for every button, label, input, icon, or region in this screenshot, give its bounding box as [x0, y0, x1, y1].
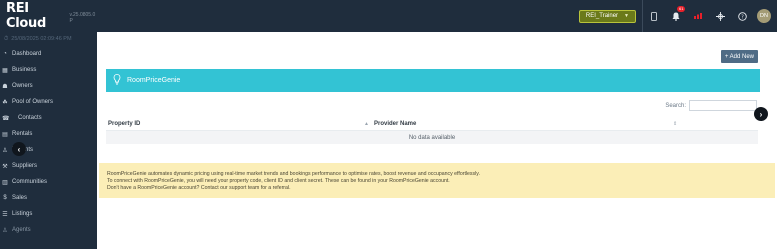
- phone-icon[interactable]: [643, 0, 665, 32]
- app-version: v.25.0805.0 P: [69, 12, 96, 24]
- chevron-right-icon: ›: [759, 109, 763, 119]
- sidebar-item-dashboard[interactable]: ◔ Dashboard: [0, 46, 97, 62]
- info-text-line: RoomPriceGenie automates dynamic pricing…: [107, 171, 480, 177]
- main-content: + Add New RoomPriceGenie Search: Propert…: [97, 32, 777, 249]
- sidebar: ⏱ 25/08/2025 02:09:46 PM ◔ Dashboard ▦ B…: [0, 32, 97, 249]
- sidebar-item-listings[interactable]: ☰ Listings: [0, 206, 97, 222]
- info-alert: RoomPriceGenie automates dynamic pricing…: [99, 163, 775, 198]
- tenants-icon: ♙: [2, 147, 8, 154]
- business-icon: ▦: [2, 67, 8, 74]
- sidebar-item-communities[interactable]: ▥ Communities: [0, 174, 97, 190]
- next-button[interactable]: ›: [754, 107, 768, 121]
- sidebar-item-label: Pool of Owners: [12, 99, 54, 105]
- sidebar-item-rentals[interactable]: ▤ Rentals: [0, 126, 97, 142]
- bell-icon[interactable]: 61: [665, 0, 687, 32]
- sidebar-item-label: Rentals: [12, 131, 33, 137]
- table-header: Property ID ▲ Provider Name ⇕: [106, 117, 758, 131]
- genie-lamp-icon: [113, 74, 121, 87]
- avatar[interactable]: DN: [757, 9, 771, 23]
- page-banner: RoomPriceGenie: [106, 69, 760, 92]
- suppliers-icon: ⚒: [2, 163, 8, 170]
- sidebar-item-label: Owners: [12, 83, 33, 89]
- notification-badge: 61: [677, 6, 686, 12]
- search-input[interactable]: [689, 100, 757, 111]
- sidebar-item-owners[interactable]: ☗ Owners: [0, 78, 97, 94]
- sidebar-item-label: Business: [12, 67, 37, 73]
- communities-icon: ▥: [2, 179, 8, 186]
- sidebar-item-label: Listings: [12, 211, 33, 217]
- rentals-icon: ▤: [2, 131, 8, 138]
- brand[interactable]: REI Cloud v.25.0805.0 P: [0, 0, 97, 32]
- top-bar: REI Cloud v.25.0805.0 P REI_Trainer ▼ 61…: [0, 0, 777, 32]
- info-text-line: Don't have a RoomPriceGenie account? Con…: [107, 185, 291, 191]
- svg-text:?: ?: [741, 14, 744, 20]
- sales-icon: $: [3, 195, 7, 201]
- contacts-icon: ☎: [2, 115, 10, 122]
- chevron-down-icon: ▼: [624, 13, 629, 19]
- sort-icon[interactable]: ▲: [364, 121, 369, 127]
- sidebar-item-business[interactable]: ▦ Business: [0, 62, 97, 78]
- pool-icon: ☘: [2, 99, 8, 106]
- trainer-label: REI_Trainer: [585, 13, 619, 19]
- collapse-sidebar-button[interactable]: ‹: [12, 142, 26, 156]
- sidebar-item-label: Suppliers: [12, 163, 38, 169]
- owners-icon: ☗: [2, 83, 8, 90]
- sidebar-item-agents[interactable]: ♙ Agents: [0, 222, 97, 238]
- sidebar-item-sales[interactable]: $ Sales: [0, 190, 97, 206]
- search-label: Search:: [665, 102, 686, 109]
- sidebar-item-label: Agents: [12, 227, 31, 233]
- sidebar-datetime: ⏱ 25/08/2025 02:09:46 PM: [0, 32, 97, 46]
- sidebar-item-label: Communities: [12, 179, 48, 185]
- sidebar-item-pool-of-owners[interactable]: ☘ Pool of Owners: [0, 94, 97, 110]
- column-header-property-id[interactable]: Property ID: [108, 121, 140, 127]
- search-row: Search:: [665, 100, 757, 111]
- signal-icon[interactable]: [687, 0, 709, 32]
- column-header-provider-name[interactable]: Provider Name: [374, 121, 416, 127]
- sidebar-item-label: Contacts: [18, 115, 42, 121]
- top-right-controls: REI_Trainer ▼ 61 ? DN: [578, 0, 777, 32]
- sidebar-item-contacts[interactable]: ☎ Contacts: [0, 110, 97, 126]
- sidebar-item-label: Sales: [12, 195, 28, 201]
- agents-icon: ♙: [2, 227, 8, 234]
- brand-name: REI Cloud: [6, 1, 46, 31]
- sidebar-item-suppliers[interactable]: ⚒ Suppliers: [0, 158, 97, 174]
- page-title: RoomPriceGenie: [127, 77, 181, 84]
- dashboard-icon: ◔: [3, 51, 7, 57]
- listings-icon: ☰: [2, 211, 8, 218]
- chevron-left-icon: ‹: [17, 144, 21, 154]
- datetime-text: 25/08/2025 02:09:46 PM: [11, 36, 72, 42]
- sort-icon[interactable]: ⇕: [673, 121, 677, 127]
- grid-icon[interactable]: [709, 0, 731, 32]
- add-new-button[interactable]: + Add New: [720, 50, 758, 63]
- info-text-line: To connect with RoomPriceGenie, you will…: [107, 178, 450, 184]
- empty-table-message: No data available: [106, 131, 758, 144]
- help-icon[interactable]: ?: [731, 0, 753, 32]
- trainer-select-button[interactable]: REI_Trainer ▼: [578, 9, 636, 23]
- sidebar-item-label: Dashboard: [12, 51, 42, 57]
- clock-icon: ⏱: [4, 35, 9, 42]
